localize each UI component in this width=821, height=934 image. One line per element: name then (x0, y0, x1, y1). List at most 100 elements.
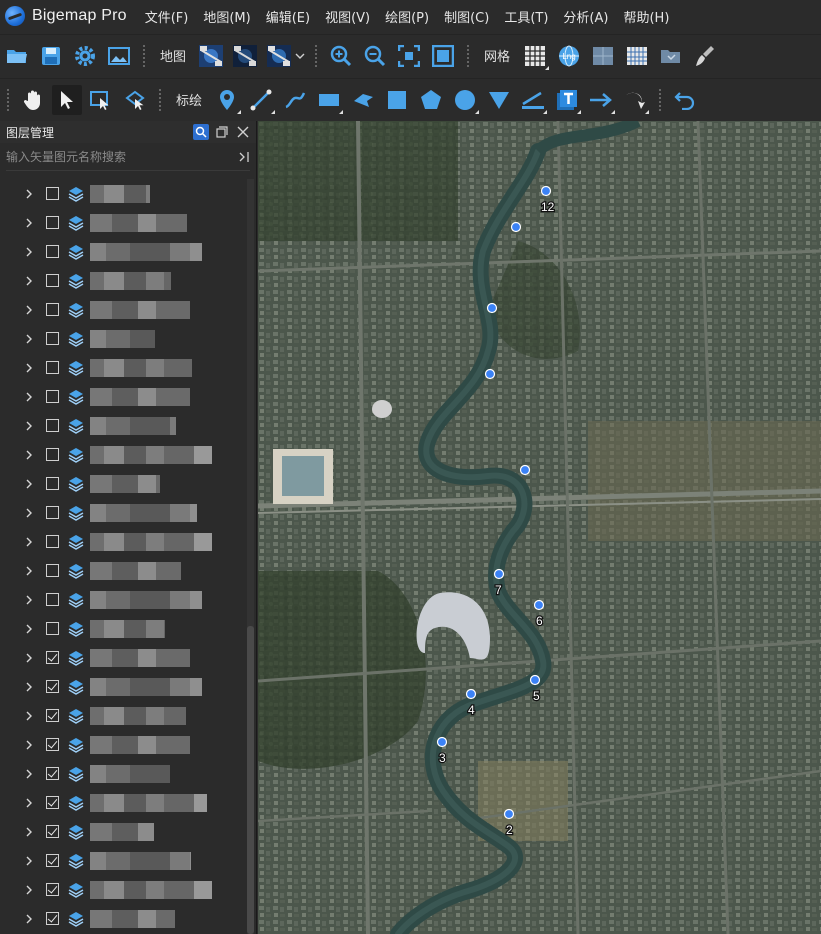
box-select-button[interactable] (86, 85, 116, 115)
marker-dot[interactable] (484, 368, 496, 380)
settings-button[interactable] (70, 41, 100, 71)
layer-row[interactable] (0, 266, 246, 295)
full-extent-button[interactable] (428, 41, 458, 71)
layer-checkbox[interactable] (46, 564, 59, 577)
km-grid-button[interactable] (588, 41, 618, 71)
select-tool-button[interactable] (52, 84, 82, 115)
chevron-right-icon[interactable] (24, 595, 34, 605)
layer-checkbox[interactable] (46, 274, 59, 287)
chevron-right-icon[interactable] (24, 740, 34, 750)
layer-row[interactable] (0, 846, 246, 875)
menu-map[interactable]: 地图(M) (203, 7, 250, 26)
layer-checkbox[interactable] (46, 419, 59, 432)
layer-tree-scroll-thumb[interactable] (247, 626, 254, 934)
chevron-right-icon[interactable] (24, 856, 34, 866)
layer-row[interactable] (0, 904, 246, 933)
draw-curved-arrow-button[interactable] (620, 85, 650, 115)
chevron-right-icon[interactable] (24, 914, 34, 924)
export-image-button[interactable] (104, 41, 134, 71)
menu-help[interactable]: 帮助(H) (623, 7, 669, 26)
marker-dot[interactable] (503, 808, 515, 820)
layer-row[interactable] (0, 440, 246, 469)
draw-arrow-button[interactable] (586, 85, 616, 115)
draw-sector-button[interactable] (484, 85, 514, 115)
chevron-right-icon[interactable] (24, 566, 34, 576)
map-marker[interactable] (510, 221, 522, 233)
marker-dot[interactable] (465, 688, 477, 700)
layer-checkbox[interactable] (46, 767, 59, 780)
clear-grid-button[interactable] (690, 41, 720, 71)
chevron-right-icon[interactable] (24, 392, 34, 402)
layer-search-input[interactable] (6, 149, 238, 164)
chevron-right-icon[interactable] (24, 334, 34, 344)
layer-checkbox[interactable] (46, 709, 59, 722)
panel-search-button[interactable] (193, 124, 209, 140)
layer-checkbox[interactable] (46, 390, 59, 403)
chevron-right-icon[interactable] (24, 508, 34, 518)
layer-checkbox[interactable] (46, 622, 59, 635)
chevron-right-icon[interactable] (24, 624, 34, 634)
map-marker[interactable]: 4 (465, 688, 477, 718)
menu-file[interactable]: 文件(F) (145, 7, 189, 26)
draw-polygon-button[interactable] (348, 85, 378, 115)
toolbar-grip[interactable] (142, 43, 146, 68)
marker-dot[interactable] (510, 221, 522, 233)
chevron-right-icon[interactable] (24, 421, 34, 431)
map-marker[interactable]: 6 (533, 599, 544, 629)
chevron-right-icon[interactable] (24, 276, 34, 286)
layer-row[interactable] (0, 469, 246, 498)
toolbar-grip[interactable] (466, 43, 471, 68)
marker-dot[interactable] (436, 736, 448, 748)
draw-pentagon-button[interactable] (416, 85, 446, 115)
save-button[interactable] (36, 41, 66, 71)
satellite-map[interactable]: 12 7 6 5 4 3 2 (258, 121, 821, 934)
layer-row[interactable] (0, 614, 246, 643)
layer-checkbox[interactable] (46, 216, 59, 229)
chevron-right-icon[interactable] (24, 363, 34, 373)
chevron-right-icon[interactable] (24, 450, 34, 460)
layer-row[interactable] (0, 208, 246, 237)
undo-button[interactable] (670, 85, 700, 115)
layer-row[interactable] (0, 788, 246, 817)
chevron-right-icon[interactable] (24, 189, 34, 199)
chevron-right-icon[interactable] (24, 769, 34, 779)
grid-folder-button[interactable] (656, 41, 686, 71)
zoom-in-button[interactable] (326, 41, 356, 71)
lnglat-button[interactable]: Lng (554, 41, 584, 71)
layer-checkbox[interactable] (46, 825, 59, 838)
layer-row[interactable] (0, 324, 246, 353)
grid-button[interactable] (520, 41, 550, 71)
layer-checkbox[interactable] (46, 651, 59, 664)
chevron-right-icon[interactable] (24, 798, 34, 808)
toolbar-grip[interactable] (314, 43, 319, 68)
chevron-right-icon[interactable] (24, 479, 34, 489)
open-folder-button[interactable] (2, 41, 32, 71)
map-source-night-button[interactable] (230, 41, 260, 71)
layer-row[interactable] (0, 759, 246, 788)
layer-checkbox[interactable] (46, 593, 59, 606)
map-source-satellite-button[interactable] (196, 41, 226, 71)
layer-row[interactable] (0, 585, 246, 614)
marker-dot[interactable] (540, 185, 552, 197)
layer-checkbox[interactable] (46, 187, 59, 200)
layer-checkbox[interactable] (46, 912, 59, 925)
pan-tool-button[interactable] (18, 85, 48, 115)
map-marker[interactable] (484, 368, 496, 380)
map-marker[interactable] (519, 464, 531, 476)
menu-tools[interactable]: 工具(T) (504, 7, 548, 26)
chevron-right-icon[interactable] (24, 711, 34, 721)
layer-checkbox[interactable] (46, 332, 59, 345)
layer-checkbox[interactable] (46, 738, 59, 751)
chevron-right-icon[interactable] (24, 537, 34, 547)
layer-row[interactable] (0, 295, 246, 324)
chevron-right-icon[interactable] (24, 682, 34, 692)
draw-curve-button[interactable] (280, 85, 310, 115)
draw-rectangle-button[interactable] (314, 85, 344, 115)
map-view[interactable]: 12 7 6 5 4 3 2 (258, 121, 821, 934)
layer-row[interactable] (0, 353, 246, 382)
layer-checkbox[interactable] (46, 303, 59, 316)
chevron-right-icon[interactable] (24, 305, 34, 315)
chevron-right-icon[interactable] (24, 247, 34, 257)
chevron-right-icon[interactable] (24, 218, 34, 228)
map-marker[interactable]: 2 (503, 808, 515, 838)
